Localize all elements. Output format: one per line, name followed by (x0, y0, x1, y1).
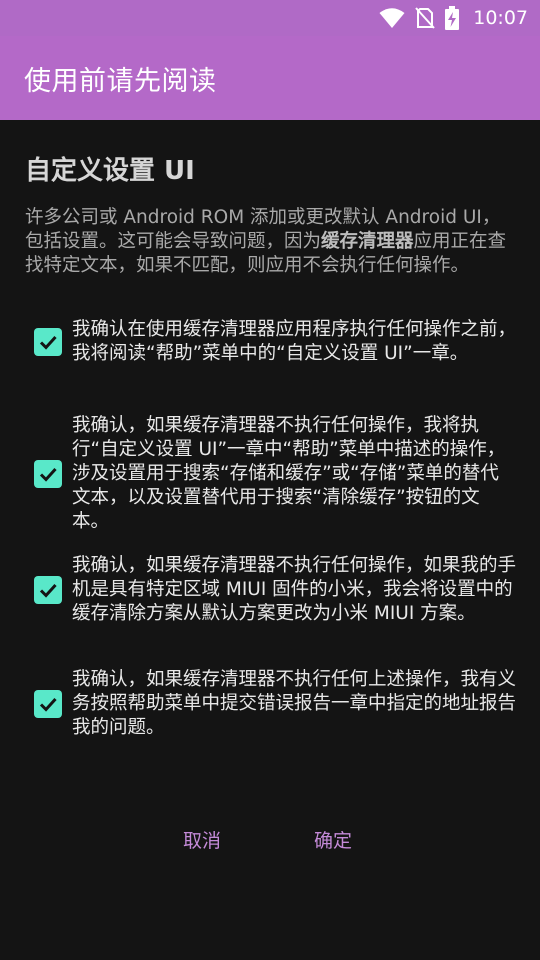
screen: 10:07 使用前请先阅读 自定义设置 UI 许多公司或 Android ROM… (0, 0, 540, 960)
app-bar-title: 使用前请先阅读 (24, 65, 217, 97)
app-bar: 使用前请先阅读 (0, 36, 540, 120)
dialog: 自定义设置 UI 许多公司或 Android ROM 添加或更改默认 Andro… (0, 120, 540, 960)
confirm-checkbox-2[interactable]: 我确认，如果缓存清理器不执行任何操作，我将执行“自定义设置 UI”一章中“帮助”… (34, 414, 524, 534)
checkbox-checked-icon[interactable] (34, 690, 62, 718)
confirm-checkbox-1-label: 我确认在使用缓存清理器应用程序执行任何操作之前，我将阅读“帮助”菜单中的“自定义… (72, 319, 517, 364)
battery-charging-icon (445, 6, 460, 30)
no-sim-icon (415, 7, 435, 29)
intro-text-app-name: 缓存清理器 (321, 231, 414, 252)
confirm-checkbox-4-label: 我确认，如果缓存清理器不执行任何上述操作，我有义务按照帮助菜单中提交错误报告一章… (72, 669, 517, 738)
checkbox-checked-icon[interactable] (34, 328, 62, 356)
wifi-icon (379, 7, 405, 29)
confirm-button[interactable]: 确定 (314, 826, 352, 853)
dialog-title: 自定义设置 UI (25, 156, 195, 186)
checkbox-checked-icon[interactable] (34, 460, 62, 488)
confirm-checkbox-2-label: 我确认，如果缓存清理器不执行任何操作，我将执行“自定义设置 UI”一章中“帮助”… (72, 415, 506, 532)
cancel-button[interactable]: 取消 (183, 826, 221, 853)
confirm-checkbox-4[interactable]: 我确认，如果缓存清理器不执行任何上述操作，我有义务按照帮助菜单中提交错误报告一章… (34, 668, 524, 740)
intro-text: 许多公司或 Android ROM 添加或更改默认 Android UI，包括设… (25, 206, 517, 278)
checkbox-checked-icon[interactable] (34, 576, 62, 604)
status-bar: 10:07 (0, 0, 540, 36)
confirm-checkbox-3[interactable]: 我确认，如果缓存清理器不执行任何操作，如果我的手机是具有特定区域 MIUI 固件… (34, 554, 524, 626)
confirm-checkbox-3-label: 我确认，如果缓存清理器不执行任何操作，如果我的手机是具有特定区域 MIUI 固件… (72, 555, 517, 624)
status-time: 10:07 (473, 7, 528, 29)
confirm-checkbox-1[interactable]: 我确认在使用缓存清理器应用程序执行任何操作之前，我将阅读“帮助”菜单中的“自定义… (34, 318, 524, 366)
